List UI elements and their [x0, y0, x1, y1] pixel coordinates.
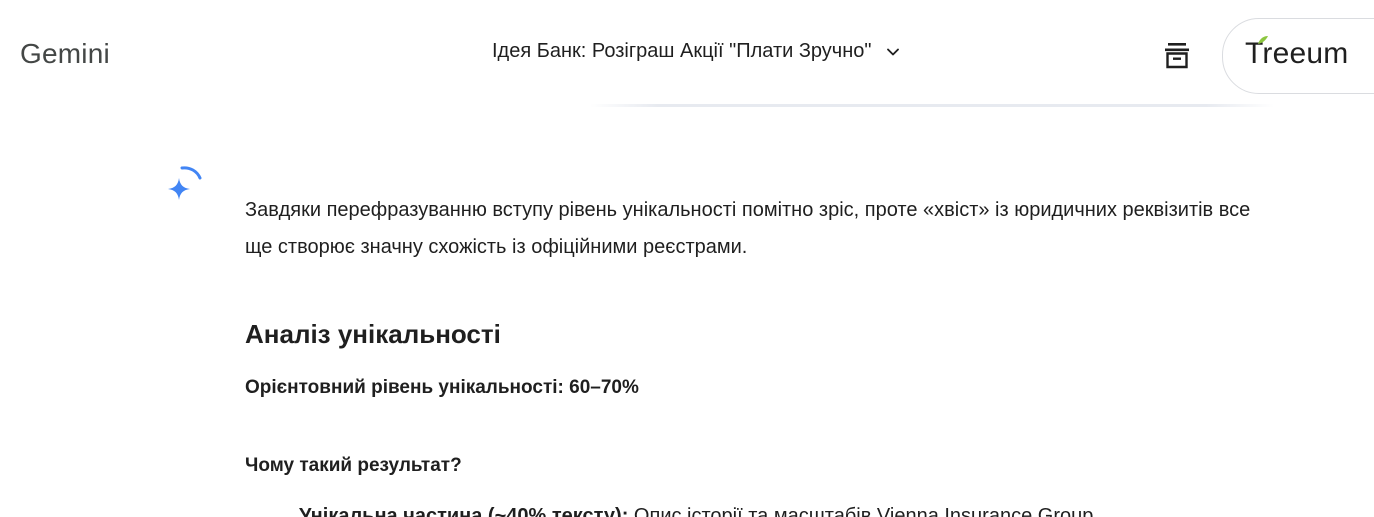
list-item-text: Опис історії та масштабів Vienna Insuran… [628, 505, 1094, 517]
header-divider [590, 104, 1274, 107]
archive-icon[interactable] [1164, 42, 1190, 70]
list-item-bold: Унікальна частина (~40% тексту): [299, 505, 629, 517]
intro-paragraph: Завдяки перефразуванню вступу рівень уні… [245, 199, 1251, 258]
uniqueness-estimate: Орієнтовний рівень унікальності: 60–70% [245, 377, 639, 398]
conversation-title-dropdown[interactable]: Ідея Банк: Розіграш Акції "Плати Зручно" [492, 40, 900, 63]
gemini-chat-page: Gemini Ідея Банк: Розіграш Акції "Плати … [0, 0, 1374, 517]
conversation-title: Ідея Банк: Розіграш Акції "Плати Зручно" [492, 40, 872, 62]
account-brand-button[interactable]: Treeum [1222, 18, 1374, 94]
response-content: Завдяки перефразуванню вступу рівень уні… [245, 192, 1275, 517]
gemini-spark-icon [168, 166, 202, 200]
list-item: Унікальна частина (~40% тексту): Опис іс… [299, 505, 1093, 517]
leaf-icon [1258, 36, 1268, 44]
chevron-down-icon [886, 48, 899, 55]
app-name[interactable]: Gemini [20, 38, 110, 70]
why-heading: Чому такий результат? [245, 455, 462, 476]
section-heading: Аналіз унікальності [245, 319, 501, 349]
